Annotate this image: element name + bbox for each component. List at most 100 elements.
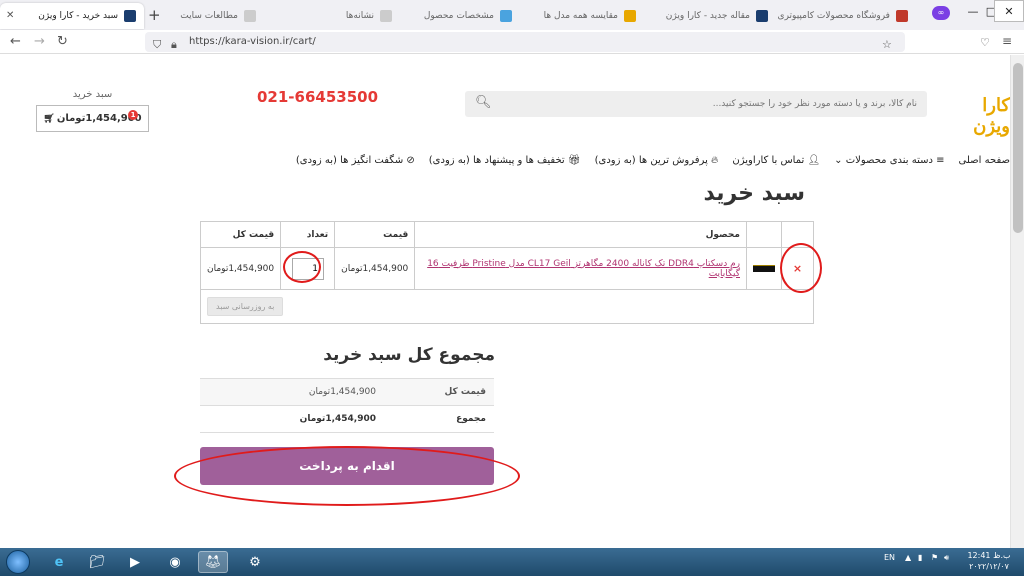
tab-title: فروشگاه محصولات کامپیوتری bbox=[777, 11, 890, 21]
chrome-icon[interactable]: ◉ bbox=[160, 551, 190, 573]
product-link[interactable]: رم دسکتاپ DDR4 تک کاناله 2400 مگاهرتز CL… bbox=[427, 259, 740, 279]
main-menu: صفحه اصلی ≡ دسته بندی محصولات ⌄ 👤︎ تماس … bbox=[270, 155, 1010, 173]
search-icon[interactable]: 🔍︎ bbox=[475, 95, 492, 110]
menu-item-label: شگفت انگیز ها (به زودی) bbox=[295, 155, 404, 166]
close-window-icon[interactable]: ✕ bbox=[994, 0, 1024, 22]
page-content: کارا ویژن 🔍︎ 021-66453500 سبد خرید 1,454… bbox=[0, 55, 1010, 548]
phone-number: 021-66453500 bbox=[257, 88, 379, 106]
update-cart-button[interactable]: به روزرسانی سبد bbox=[207, 297, 284, 316]
pocket-icon[interactable]: ♡ bbox=[980, 36, 990, 49]
tab-title: سبد خرید - کارا ویژن bbox=[38, 11, 118, 21]
product-price: 1,454,900تومان bbox=[334, 247, 416, 290]
page-scrollbar[interactable] bbox=[1010, 55, 1024, 548]
quantity-column-header: تعداد bbox=[280, 221, 336, 248]
table-row: × رم دسکتاپ DDR4 تک کاناله 2400 مگاهرتز … bbox=[199, 247, 814, 290]
address-bar[interactable]: ⛉ 🔒︎ https://kara-vision.ir/cart/ ☆ bbox=[145, 32, 905, 52]
scrollbar-thumb[interactable] bbox=[1013, 63, 1023, 233]
price-column-header: قیمت bbox=[334, 221, 416, 248]
reload-icon[interactable]: ↻ bbox=[57, 34, 68, 49]
menu-item-home[interactable]: صفحه اصلی bbox=[959, 155, 1010, 173]
taskbar: e 📁︎ ▶ ◉ 🦊︎ ⚙ EN ▲ ▮ ⚑ 🔊︎ 12:41 ب.ظ ۲۰۲۲… bbox=[0, 548, 1024, 576]
tab-favicon-icon bbox=[500, 10, 512, 22]
tab-1[interactable]: مطالعات سایت bbox=[168, 3, 264, 29]
tab-title: مشخصات محصول bbox=[423, 11, 494, 21]
forward-icon[interactable]: → bbox=[34, 34, 45, 49]
cart-table: محصول قیمت تعداد قیمت کل × رم دسکتاپ DDR… bbox=[199, 221, 814, 324]
menu-item-bestsellers[interactable]: 🔥︎ پرفروش ترین ها (به زودی) bbox=[595, 155, 719, 173]
remove-item-button[interactable]: × bbox=[781, 247, 814, 290]
thumbnail-column-header bbox=[746, 221, 782, 248]
totals-label: مجموع bbox=[384, 405, 494, 433]
menu-item-label: پرفروش ترین ها (به زودی) bbox=[594, 155, 708, 166]
subtotal-column-header: قیمت کل bbox=[199, 221, 282, 248]
menu-item-discounts[interactable]: 🎁︎ تخفیف ها و پیشنهاد ها (به زودی) bbox=[429, 155, 581, 173]
totals-value: 1,454,900تومان bbox=[200, 378, 384, 406]
bookmark-star-icon[interactable]: ☆ bbox=[882, 35, 892, 55]
clock-date: ۲۰۲۲/۱۲/۰۷ bbox=[969, 562, 1009, 571]
tab-title: مطالعات سایت bbox=[180, 11, 238, 21]
shield-icon: ⛉ bbox=[153, 38, 162, 51]
quantity-cell bbox=[280, 247, 336, 290]
product-name-cell: رم دسکتاپ DDR4 تک کاناله 2400 مگاهرتز CL… bbox=[414, 247, 747, 290]
tab-favicon-icon bbox=[896, 10, 908, 22]
private-browsing-icon: ∞ bbox=[932, 6, 950, 20]
tab-favicon-icon bbox=[244, 10, 256, 22]
tab-5[interactable]: مقاله جدید - کارا ویژن bbox=[644, 3, 776, 29]
quantity-stepper[interactable] bbox=[291, 257, 324, 280]
cart-count-badge: 1 bbox=[128, 110, 138, 120]
tab-favicon-icon bbox=[380, 10, 392, 22]
totals-row: قیمت کل 1,454,900تومان bbox=[200, 378, 494, 406]
actions-cell: به روزرسانی سبد bbox=[200, 289, 814, 324]
language-indicator[interactable]: EN bbox=[884, 553, 895, 562]
tab-title: مقایسه همه مدل ها bbox=[543, 11, 618, 21]
site-logo[interactable]: کارا ویژن bbox=[944, 95, 1010, 137]
menu-icon[interactable]: ≡ bbox=[1002, 34, 1012, 48]
menu-item-categories[interactable]: ≡ دسته بندی محصولات ⌄ bbox=[834, 155, 944, 173]
header-cart-button[interactable]: 1,454,900تومان 🛒︎ 1 bbox=[36, 105, 149, 132]
tab-favicon-icon bbox=[756, 10, 768, 22]
tab-active[interactable]: سبد خرید - کارا ویژن ✕ bbox=[0, 3, 144, 29]
menu-item-label: تماس با کاراویژن bbox=[732, 155, 805, 166]
search-input[interactable] bbox=[517, 95, 917, 113]
back-icon[interactable]: ← bbox=[10, 34, 21, 49]
chevron-down-icon: ⌄ bbox=[834, 155, 843, 166]
menu-item-contact[interactable]: 👤︎ تماس با کاراویژن bbox=[732, 155, 820, 173]
totals-value: 1,454,900تومان bbox=[200, 405, 384, 433]
tab-title: نشانه‌ها bbox=[345, 11, 374, 21]
tab-title: مقاله جدید - کارا ویژن bbox=[665, 11, 750, 21]
table-actions-row: به روزرسانی سبد bbox=[200, 289, 814, 324]
file-explorer-icon[interactable]: 📁︎ bbox=[82, 551, 112, 573]
menu-item-amazing[interactable]: ⊘ شگفت انگیز ها (به زودی) bbox=[296, 155, 415, 173]
network-icon[interactable]: ▮ bbox=[918, 553, 922, 562]
tab-2[interactable]: نشانه‌ها bbox=[264, 3, 400, 29]
totals-label: قیمت کل bbox=[384, 378, 494, 406]
url-text: https://kara-vision.ir/cart/ bbox=[189, 36, 316, 47]
close-icon[interactable]: ✕ bbox=[6, 10, 14, 21]
internet-explorer-icon[interactable]: e bbox=[44, 551, 74, 573]
cart-icon: 🛒︎ bbox=[43, 113, 55, 124]
tab-6[interactable]: فروشگاه محصولات کامپیوتری bbox=[776, 3, 916, 29]
browser-nav-bar: ← → ↻ ⛉ 🔒︎ https://kara-vision.ir/cart/ … bbox=[0, 30, 1024, 54]
firefox-icon[interactable]: 🦊︎ bbox=[198, 551, 228, 573]
totals-row: مجموع 1,454,900تومان bbox=[200, 405, 494, 433]
cart-totals-title: مجموع کل سبد خرید bbox=[323, 345, 495, 365]
cart-table-header: محصول قیمت تعداد قیمت کل bbox=[199, 221, 814, 248]
ram-image bbox=[753, 265, 775, 272]
clock[interactable]: 12:41 ب.ظ ۲۰۲۲/۱۲/۰۷ bbox=[960, 550, 1018, 572]
tray-expand-icon[interactable]: ▲ bbox=[905, 553, 911, 562]
new-tab-icon[interactable]: + bbox=[148, 6, 161, 24]
site-favicon-icon bbox=[124, 10, 136, 22]
app-icon[interactable]: ⚙ bbox=[240, 551, 270, 573]
start-button[interactable] bbox=[6, 550, 30, 574]
lock-icon: 🔒︎ bbox=[171, 38, 177, 51]
checkout-button[interactable]: اقدام به پرداخت bbox=[200, 447, 494, 485]
flag-icon[interactable]: ⚑ bbox=[931, 553, 938, 562]
tab-3[interactable]: مشخصات محصول bbox=[400, 3, 520, 29]
search-box: 🔍︎ bbox=[465, 91, 927, 117]
page-title: سبد خرید bbox=[703, 181, 806, 206]
volume-icon[interactable]: 🔊︎ bbox=[944, 553, 949, 563]
header-cart-label: سبد خرید bbox=[72, 89, 113, 100]
tab-4[interactable]: مقایسه همه مدل ها bbox=[520, 3, 644, 29]
product-thumbnail[interactable] bbox=[746, 247, 782, 290]
media-player-icon[interactable]: ▶ bbox=[120, 551, 150, 573]
